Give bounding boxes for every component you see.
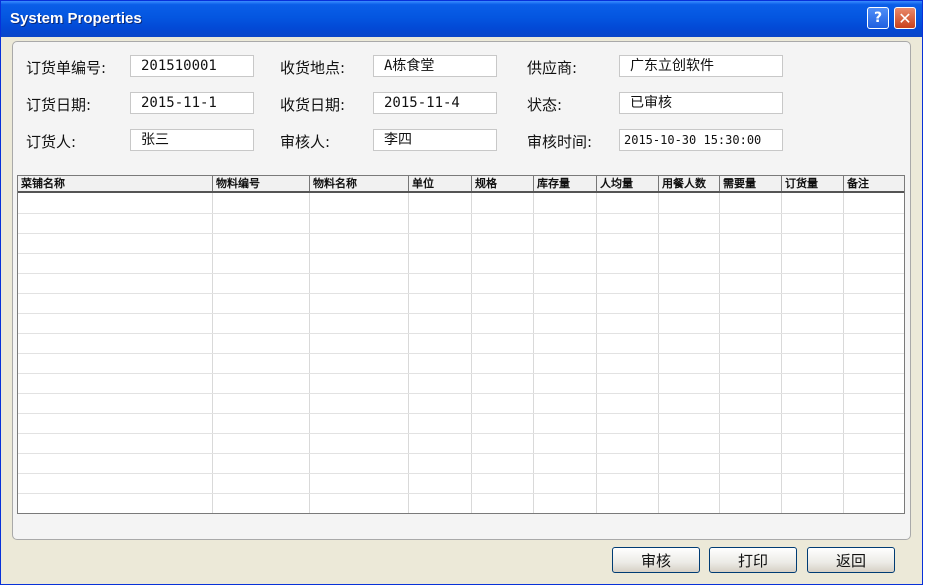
row-divider	[18, 253, 904, 254]
materials-table[interactable]: 菜铺名称 物料编号 物料名称 单位 规格 库存量 人均量 用餐人数 需要量 订货…	[17, 175, 905, 514]
column-header[interactable]: 库存量	[533, 176, 596, 191]
help-button[interactable]: ?	[867, 7, 889, 29]
print-button[interactable]: 打印	[709, 547, 797, 573]
row-divider	[18, 293, 904, 294]
order-date-field[interactable]: 2015-11-1	[130, 92, 254, 114]
status-field[interactable]: 已审核	[619, 92, 783, 114]
row-divider	[18, 433, 904, 434]
order-date-label: 订货日期:	[26, 96, 92, 114]
receive-date-field[interactable]: 2015-11-4	[373, 92, 497, 114]
review-time-label: 审核时间:	[527, 133, 593, 151]
row-divider	[18, 213, 904, 214]
column-header[interactable]: 订货量	[781, 176, 843, 191]
order-no-label: 订货单编号:	[26, 59, 107, 77]
review-time-field[interactable]: 2015-10-30 15:30:00	[619, 129, 783, 151]
supplier-field[interactable]: 广东立创软件	[619, 55, 783, 77]
row-divider	[18, 313, 904, 314]
row-divider	[18, 453, 904, 454]
row-divider	[18, 233, 904, 234]
row-divider	[18, 493, 904, 494]
window-title: System Properties	[10, 10, 142, 27]
column-header[interactable]: 物料编号	[212, 176, 309, 191]
row-divider	[18, 393, 904, 394]
row-divider	[18, 473, 904, 474]
order-no-field[interactable]: 201510001	[130, 55, 254, 77]
column-header[interactable]: 备注	[843, 176, 904, 191]
orderer-label: 订货人:	[26, 133, 77, 151]
back-button[interactable]: 返回	[807, 547, 895, 573]
row-divider	[18, 353, 904, 354]
title-bar[interactable]: System Properties ? ✕	[1, 1, 922, 37]
location-field[interactable]: A栋食堂	[373, 55, 497, 77]
orderer-field[interactable]: 张三	[130, 129, 254, 151]
column-header[interactable]: 人均量	[596, 176, 658, 191]
column-header[interactable]: 用餐人数	[658, 176, 719, 191]
location-label: 收货地点:	[280, 59, 346, 77]
reviewer-label: 审核人:	[280, 133, 331, 151]
help-icon: ?	[873, 10, 883, 26]
supplier-label: 供应商:	[527, 59, 578, 77]
status-label: 状态:	[527, 96, 563, 114]
row-divider	[18, 373, 904, 374]
review-button[interactable]: 审核	[612, 547, 700, 573]
close-button[interactable]: ✕	[894, 7, 916, 29]
column-header[interactable]: 需要量	[719, 176, 781, 191]
table-header: 菜铺名称 物料编号 物料名称 单位 规格 库存量 人均量 用餐人数 需要量 订货…	[18, 176, 904, 193]
column-header[interactable]: 规格	[471, 176, 533, 191]
column-header[interactable]: 物料名称	[309, 176, 408, 191]
column-header[interactable]: 单位	[408, 176, 471, 191]
row-divider	[18, 413, 904, 414]
row-divider	[18, 513, 904, 514]
close-icon: ✕	[898, 8, 912, 28]
receive-date-label: 收货日期:	[280, 96, 346, 114]
row-divider	[18, 333, 904, 334]
row-divider	[18, 273, 904, 274]
reviewer-field[interactable]: 李四	[373, 129, 497, 151]
column-header[interactable]: 菜铺名称	[18, 176, 212, 191]
